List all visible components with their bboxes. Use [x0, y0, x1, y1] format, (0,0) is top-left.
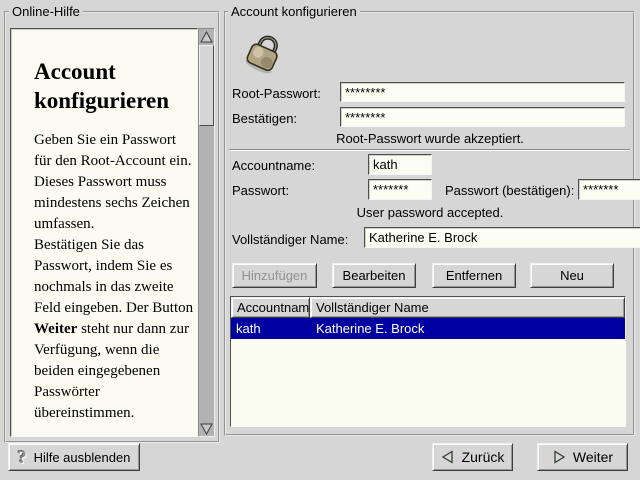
next-button[interactable]: Weiter: [537, 443, 628, 471]
edit-button[interactable]: Bearbeiten: [332, 263, 416, 288]
confirm-password-label: Bestätigen:: [232, 111, 297, 126]
next-label: Weiter: [573, 449, 613, 465]
installer-window: { "colors": { "background": "#d6d6d6", "…: [0, 0, 640, 480]
question-mark-icon: ?: [18, 448, 27, 466]
help-scrollbar[interactable]: [198, 28, 215, 437]
root-password-status: Root-Passwort wurde akzeptiert.: [230, 131, 630, 146]
account-name-input[interactable]: kath: [368, 154, 432, 175]
scrollbar-thumb[interactable]: [199, 45, 214, 126]
root-password-label: Root-Passwort:: [232, 86, 321, 101]
account-name-label: Accountname:: [232, 158, 315, 173]
section-separator: [229, 149, 630, 151]
up-triangle-icon: [200, 31, 213, 43]
column-header-fullname[interactable]: Vollständiger Name: [310, 297, 625, 318]
help-paragraph: Bestätigen Sie das Passwort, indem Sie e…: [34, 235, 197, 424]
full-name-label: Vollständiger Name:: [232, 232, 348, 247]
user-password-label: Passwort:: [232, 183, 289, 198]
paragraph-gap: [34, 424, 197, 437]
accounts-table: Accountname Vollständiger Name kath Kath…: [230, 296, 626, 427]
account-config-frame-label: Account konfigurieren: [228, 4, 360, 19]
hide-help-button[interactable]: ? Hilfe ausblenden: [8, 443, 140, 471]
table-row[interactable]: kath Katherine E. Brock: [231, 318, 625, 339]
down-triangle-icon: [200, 423, 213, 435]
scroll-down-button[interactable]: [199, 421, 214, 436]
column-header-accountname[interactable]: Accountname: [231, 297, 310, 318]
confirm-password-input[interactable]: ********: [340, 107, 625, 127]
help-text-content: Account konfigurieren Geben Sie ein Pass…: [34, 57, 197, 437]
cell-full-name: Katherine E. Brock: [316, 319, 424, 339]
user-password-confirm-label: Passwort (bestätigen):: [445, 183, 574, 198]
cell-account-name: kath: [236, 319, 261, 339]
back-button[interactable]: Zurück: [432, 443, 513, 471]
help-title: Account konfigurieren: [34, 57, 189, 115]
next-arrow-icon: [552, 450, 566, 464]
online-help-frame-label: Online-Hilfe: [9, 4, 83, 19]
padlock-icon: [242, 29, 288, 75]
user-password-confirm-input[interactable]: *******: [578, 179, 640, 200]
remove-button[interactable]: Entfernen: [432, 263, 516, 288]
hide-help-label: Hilfe ausblenden: [34, 450, 131, 465]
root-password-input[interactable]: ********: [340, 82, 625, 102]
new-button[interactable]: Neu: [530, 263, 614, 288]
full-name-input[interactable]: Katherine E. Brock: [364, 227, 640, 248]
add-button[interactable]: Hinzufügen: [232, 263, 317, 288]
back-label: Zurück: [462, 449, 505, 465]
user-password-input[interactable]: *******: [368, 179, 432, 200]
help-text-panel: Account konfigurieren Geben Sie ein Pass…: [10, 28, 198, 437]
scroll-up-button[interactable]: [199, 29, 214, 44]
user-password-status: User password accepted.: [230, 205, 630, 220]
help-bold-weiter: Weiter: [34, 321, 77, 337]
back-arrow-icon: [441, 450, 455, 464]
help-paragraph: Geben Sie ein Passwort für den Root-Acco…: [34, 130, 197, 235]
